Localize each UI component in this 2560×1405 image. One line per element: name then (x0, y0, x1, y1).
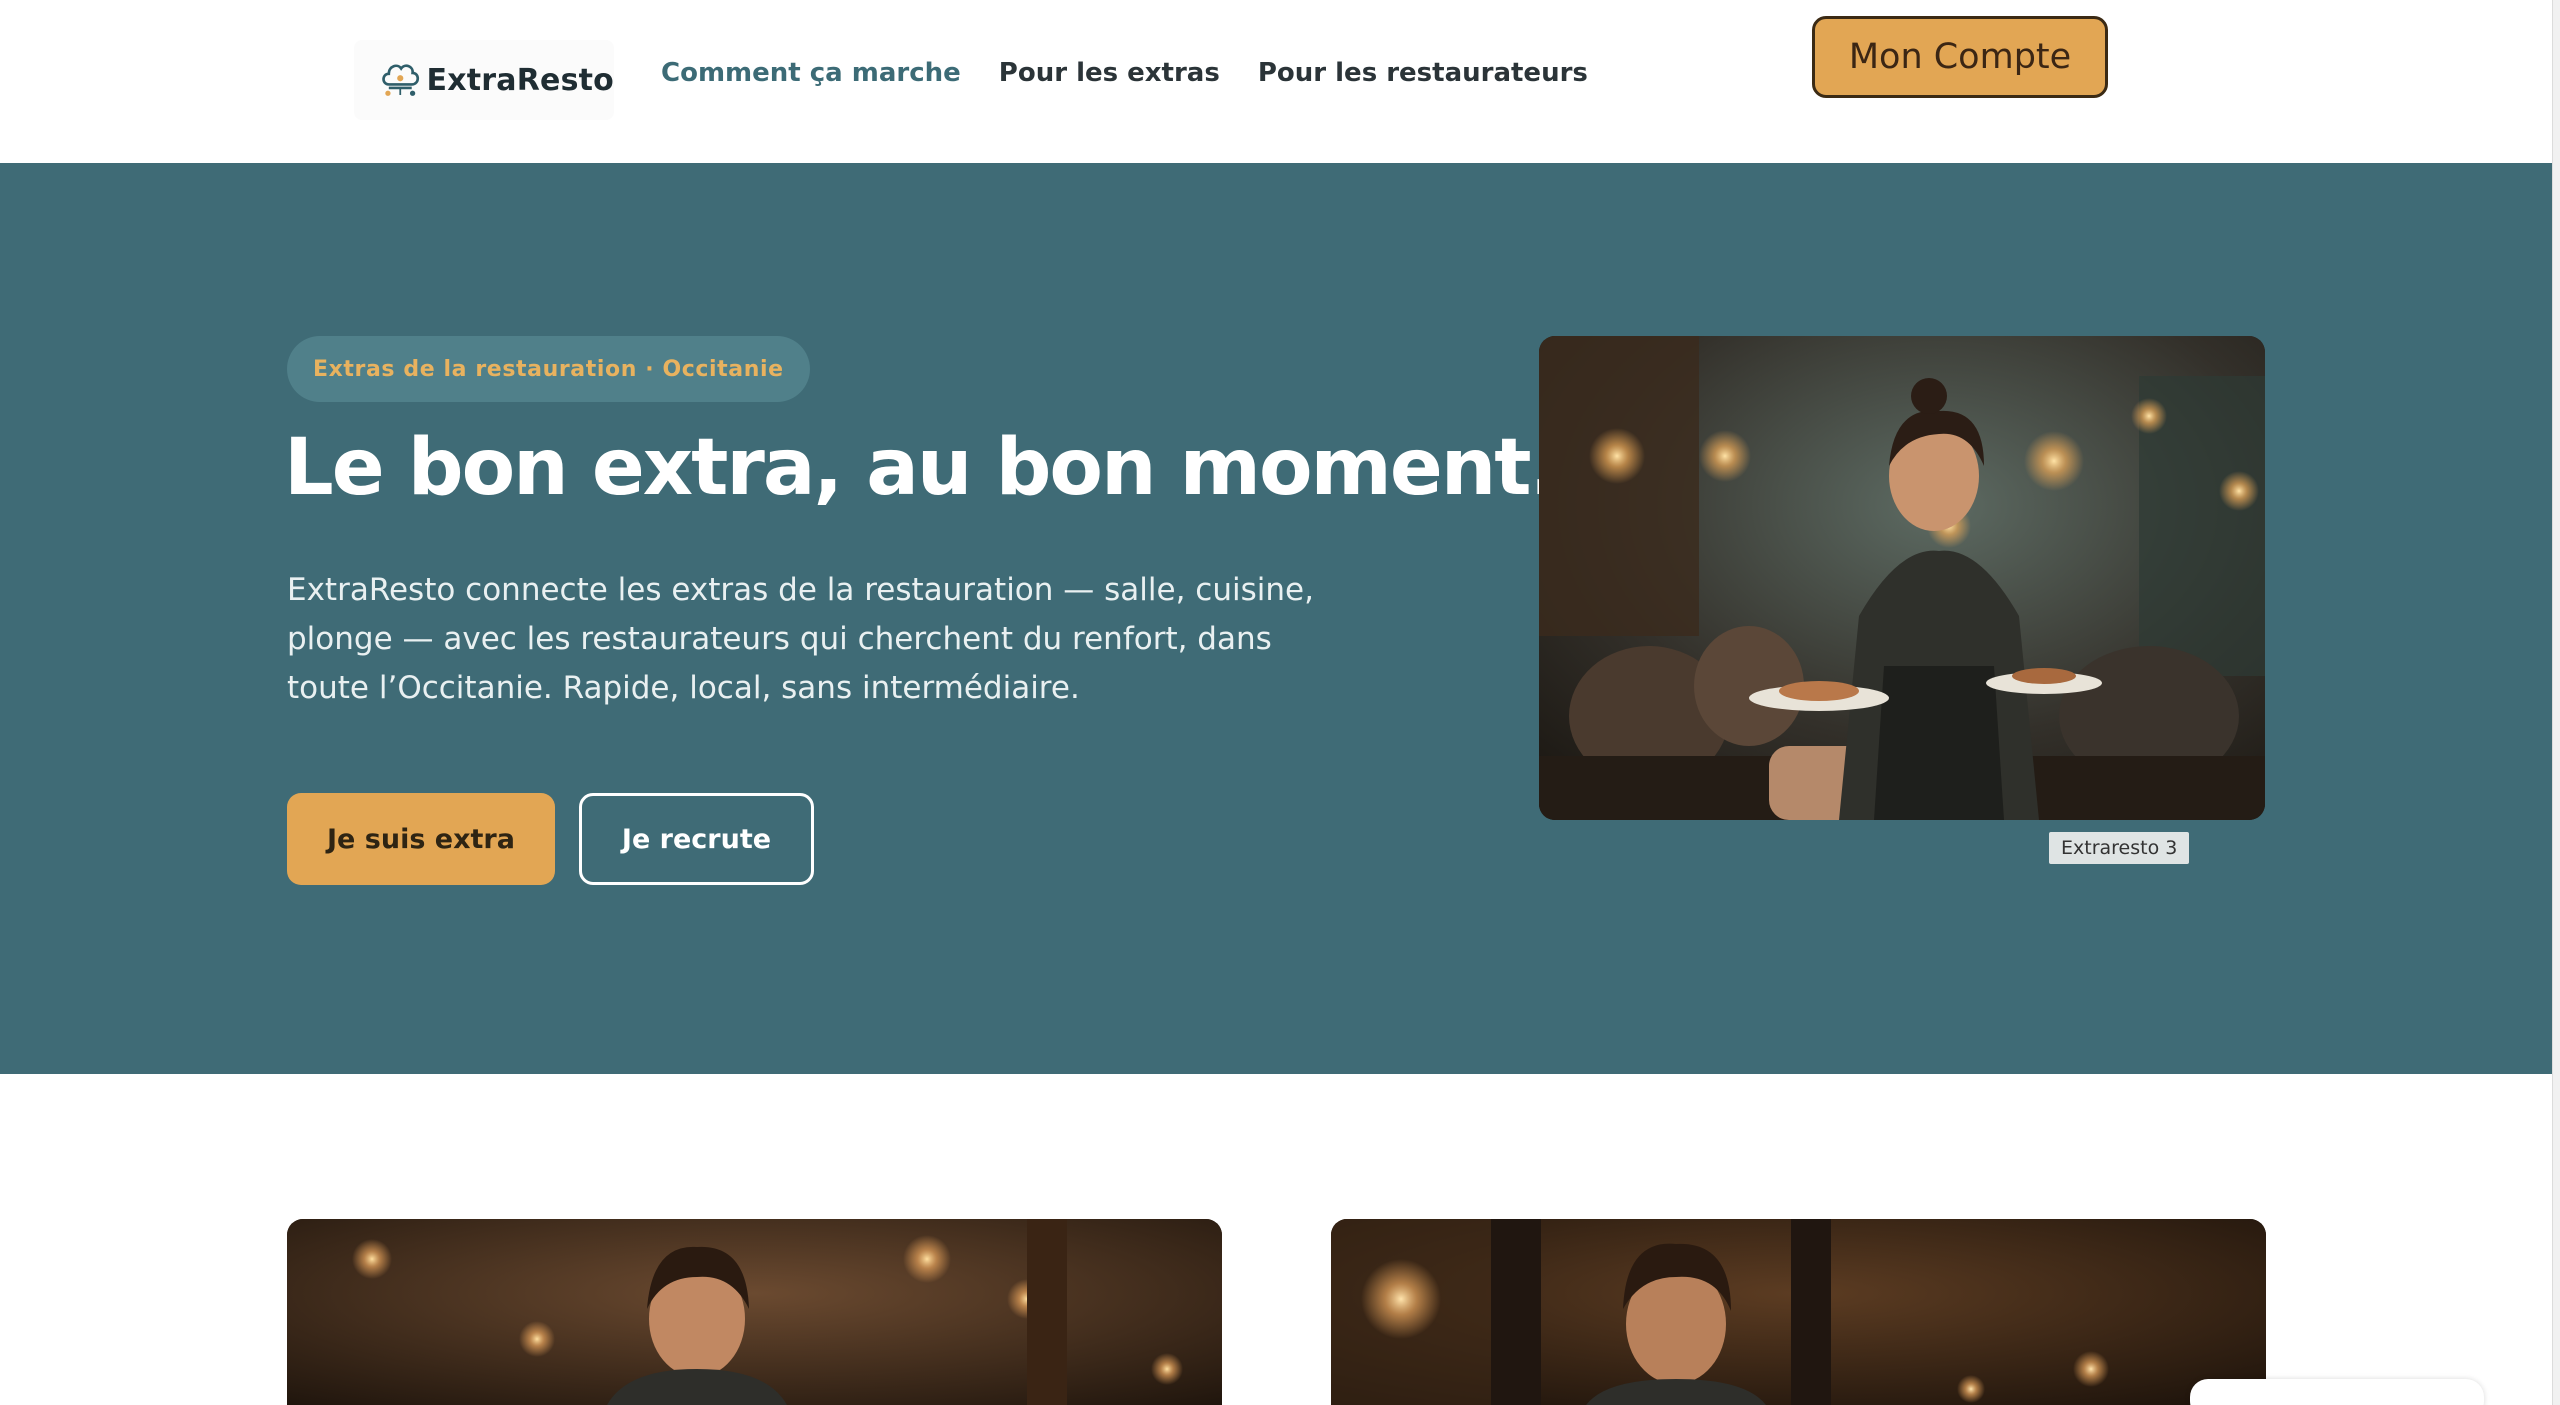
floating-widget[interactable] (2190, 1379, 2484, 1405)
card-photo-extra (287, 1219, 1222, 1405)
hero-description: ExtraResto connecte les extras de la res… (287, 572, 1314, 706)
logo[interactable]: ExtraResto (354, 40, 614, 120)
page: ExtraResto Comment ça marche Pour les ex… (0, 0, 2552, 1405)
nav-link-pour-les-extras[interactable]: Pour les extras (999, 58, 1220, 88)
logo-text: ExtraResto (426, 62, 614, 98)
account-button[interactable]: Mon Compte (1812, 16, 2108, 98)
hero-badge: Extras de la restauration · Occitanie (287, 336, 810, 402)
je-suis-extra-button[interactable]: Je suis extra (287, 793, 555, 885)
hero-section: Extras de la restauration · Occitanie Le… (0, 163, 2552, 1074)
page-scrollbar[interactable] (2552, 0, 2560, 1405)
card-photo-restaurateur (1331, 1219, 2266, 1405)
site-header: ExtraResto Comment ça marche Pour les ex… (0, 0, 2552, 163)
hero-photo-waitress (1539, 336, 2265, 820)
nav-link-comment-ca-marche[interactable]: Comment ça marche (661, 58, 961, 88)
hero-photo-caption: Extraresto 3 (2049, 832, 2190, 864)
main-nav: Comment ça marche Pour les extras Pour l… (661, 58, 1588, 88)
card-photo-restaurateur-illustration (1331, 1219, 2266, 1405)
hero-title: Le bon extra, au bon moment. (284, 423, 1559, 513)
chef-hat-icon (382, 64, 420, 96)
nav-link-pour-les-restaurateurs[interactable]: Pour les restaurateurs (1258, 58, 1588, 88)
hero-photo-illustration (1539, 336, 2265, 820)
card-photo-extra-illustration (287, 1219, 1222, 1405)
je-recrute-button[interactable]: Je recrute (579, 793, 814, 885)
